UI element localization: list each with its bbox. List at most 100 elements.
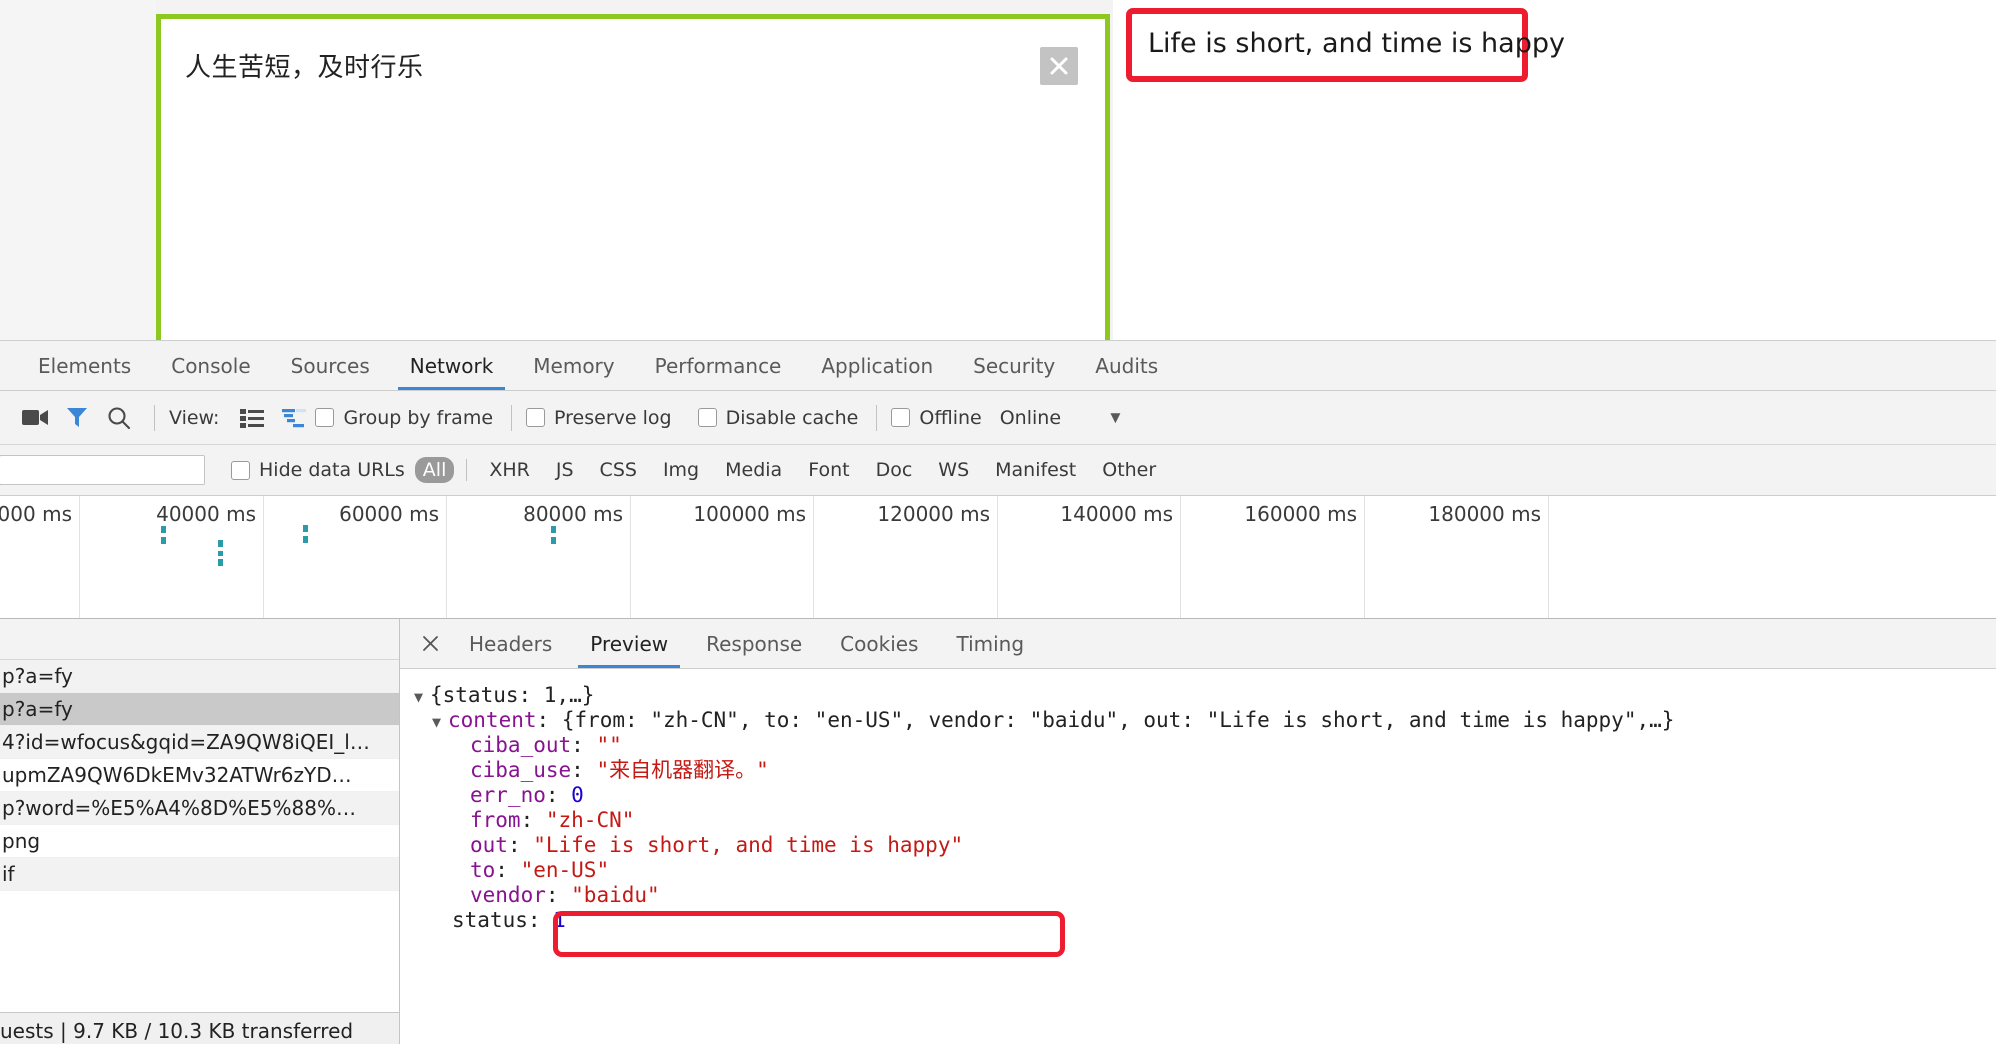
checkbox-box[interactable] [891, 408, 911, 427]
request-row[interactable]: p?a=fy [0, 693, 399, 726]
json-value: "Life is short, and time is happy" [533, 833, 964, 857]
timeline-tick-label: 140000 ms [1060, 502, 1173, 526]
network-toolbar: View: Group by frame Preserve log Disabl… [0, 391, 1996, 445]
disable-cache-checkbox[interactable]: Disable cache [697, 406, 859, 429]
detail-tab-bar: Headers Preview Response Cookies Timing [400, 619, 1996, 669]
search-icon[interactable] [98, 397, 140, 439]
json-preview: ▼ {status: 1,…} ▼ content: {from: "zh-CN",… [400, 669, 1996, 933]
group-by-frame-checkbox[interactable]: Group by frame [315, 407, 493, 429]
list-view-icon[interactable] [231, 397, 273, 439]
tab-sources[interactable]: Sources [271, 341, 390, 390]
request-name: if [2, 862, 15, 886]
filter-type-xhr[interactable]: XHR [481, 457, 538, 483]
tab-console[interactable]: Console [151, 341, 270, 390]
filter-type-other[interactable]: Other [1094, 457, 1164, 483]
tab-label: Security [973, 353, 1056, 378]
tab-application[interactable]: Application [801, 341, 953, 390]
timeline-tick-label: 60000 ms [339, 502, 439, 526]
toolbar-divider [511, 404, 513, 431]
network-overview-timeline[interactable]: 20000 ms 40000 ms 60000 ms 80000 ms 100000 m… [0, 496, 1996, 619]
detail-tab-timing[interactable]: Timing [937, 619, 1043, 668]
request-name: png [2, 829, 41, 853]
request-name: upmZA9QW6DkEMv32ATWr6zYD… [2, 763, 352, 787]
preserve-log-checkbox[interactable]: Preserve log [526, 407, 672, 429]
tab-network[interactable]: Network [390, 341, 514, 390]
timeline-tick-label: 100000 ms [693, 502, 806, 526]
detail-tab-cookies[interactable]: Cookies [821, 619, 937, 668]
record-camera-icon[interactable] [14, 397, 56, 439]
detail-tab-headers[interactable]: Headers [450, 619, 571, 668]
filter-type-doc[interactable]: Doc [868, 457, 921, 483]
tab-elements[interactable]: Elements [18, 341, 151, 390]
json-status-value: 1 [553, 908, 566, 932]
tab-performance[interactable]: Performance [635, 341, 802, 390]
timeline-request-bar [218, 551, 223, 556]
tab-label: Sources [290, 353, 370, 378]
filter-type-js[interactable]: JS [548, 457, 582, 483]
request-list: p?a=fy p?a=fy 4?id=wfocus&gqid=ZA9QW8iQEI_… [0, 619, 400, 1044]
filter-type-all[interactable]: All [414, 457, 455, 483]
network-split-view: p?a=fy p?a=fy 4?id=wfocus&gqid=ZA9QW8iQEI_… [0, 619, 1996, 1044]
tab-audits[interactable]: Audits [1075, 341, 1178, 390]
filter-divider [466, 459, 468, 481]
browser-page-area: 人生苦短，及时行乐 Life is short, and time is hap… [0, 0, 1996, 340]
source-text-box[interactable]: 人生苦短，及时行乐 [156, 14, 1110, 340]
checkbox-box[interactable] [231, 460, 250, 480]
translation-result-box: Life is short, and time is happy [1126, 8, 1565, 82]
timeline-cell: 20000 ms [0, 496, 80, 618]
json-value: "来自机器翻译。" [596, 758, 769, 782]
view-label: View: [169, 406, 220, 429]
waterfall-view-icon[interactable] [273, 397, 315, 439]
disclosure-triangle-icon[interactable]: ▼ [414, 685, 430, 710]
filter-type-manifest[interactable]: Manifest [987, 457, 1084, 483]
request-row[interactable]: 4?id=wfocus&gqid=ZA9QW8iQEI_l… [0, 726, 399, 759]
json-property-lines: ciba_out: "" ciba_use: "来自机器翻译。" err_no: 0… [414, 733, 1996, 908]
page-left-gutter [0, 0, 156, 340]
network-status-text: uests | 9.7 KB / 10.3 KB transferred [0, 1018, 354, 1043]
timeline-cell: 40000 ms [80, 496, 264, 618]
close-icon[interactable] [410, 619, 450, 668]
request-name: p?a=fy [2, 664, 73, 688]
toolbar-divider [876, 404, 878, 431]
filter-type-ws[interactable]: WS [930, 457, 977, 483]
checkbox-box[interactable] [526, 408, 546, 427]
checkbox-box[interactable] [315, 408, 335, 427]
tab-security[interactable]: Security [953, 341, 1075, 390]
json-property-line: out: "Life is short, and time is happy" [414, 833, 1996, 858]
filter-funnel-icon[interactable] [56, 397, 98, 439]
filter-type-css[interactable]: CSS [592, 457, 645, 483]
devtools-tab-bar: Elements Console Sources Network Memory … [0, 341, 1996, 391]
timeline-request-bar [303, 536, 308, 543]
request-row[interactable]: upmZA9QW6DkEMv32ATWr6zYD… [0, 759, 399, 792]
offline-checkbox[interactable]: Offline [891, 407, 982, 429]
filter-input[interactable] [0, 455, 205, 485]
checkbox-box[interactable] [697, 408, 717, 427]
timeline-cell: 60000 ms [264, 496, 447, 618]
request-row[interactable]: png [0, 825, 399, 858]
json-content-line[interactable]: ▼ content: {from: "zh-CN", to: "en-US", v… [414, 708, 1996, 733]
request-row[interactable]: p?a=fy [0, 660, 399, 693]
request-row[interactable]: p?word=%E5%A4%8D%E5%88%… [0, 792, 399, 825]
detail-tab-response[interactable]: Response [687, 619, 821, 668]
disable-cache-label: Disable cache [725, 406, 859, 429]
source-text: 人生苦短，及时行乐 [185, 53, 424, 83]
filter-type-media[interactable]: Media [717, 457, 790, 483]
json-key: err_no [470, 783, 546, 807]
json-key: from [470, 808, 521, 832]
throttling-select[interactable]: Online [1000, 407, 1061, 429]
tab-memory[interactable]: Memory [513, 341, 634, 390]
request-list-header [0, 619, 399, 660]
filter-type-img[interactable]: Img [655, 457, 707, 483]
detail-tab-preview[interactable]: Preview [571, 619, 687, 668]
close-icon[interactable] [1040, 47, 1078, 85]
json-root-line[interactable]: ▼ {status: 1,…} [414, 683, 1996, 708]
chevron-down-icon[interactable]: ▼ [1107, 408, 1124, 428]
hide-data-urls-checkbox[interactable]: Hide data URLs [231, 459, 405, 481]
request-row[interactable]: if [0, 858, 399, 891]
json-status-key: status [452, 908, 528, 932]
json-value: "" [596, 733, 622, 757]
timeline-request-bar [161, 526, 166, 533]
disclosure-triangle-icon[interactable]: ▼ [432, 710, 448, 735]
json-value: 0 [571, 783, 584, 807]
filter-type-font[interactable]: Font [800, 457, 857, 483]
